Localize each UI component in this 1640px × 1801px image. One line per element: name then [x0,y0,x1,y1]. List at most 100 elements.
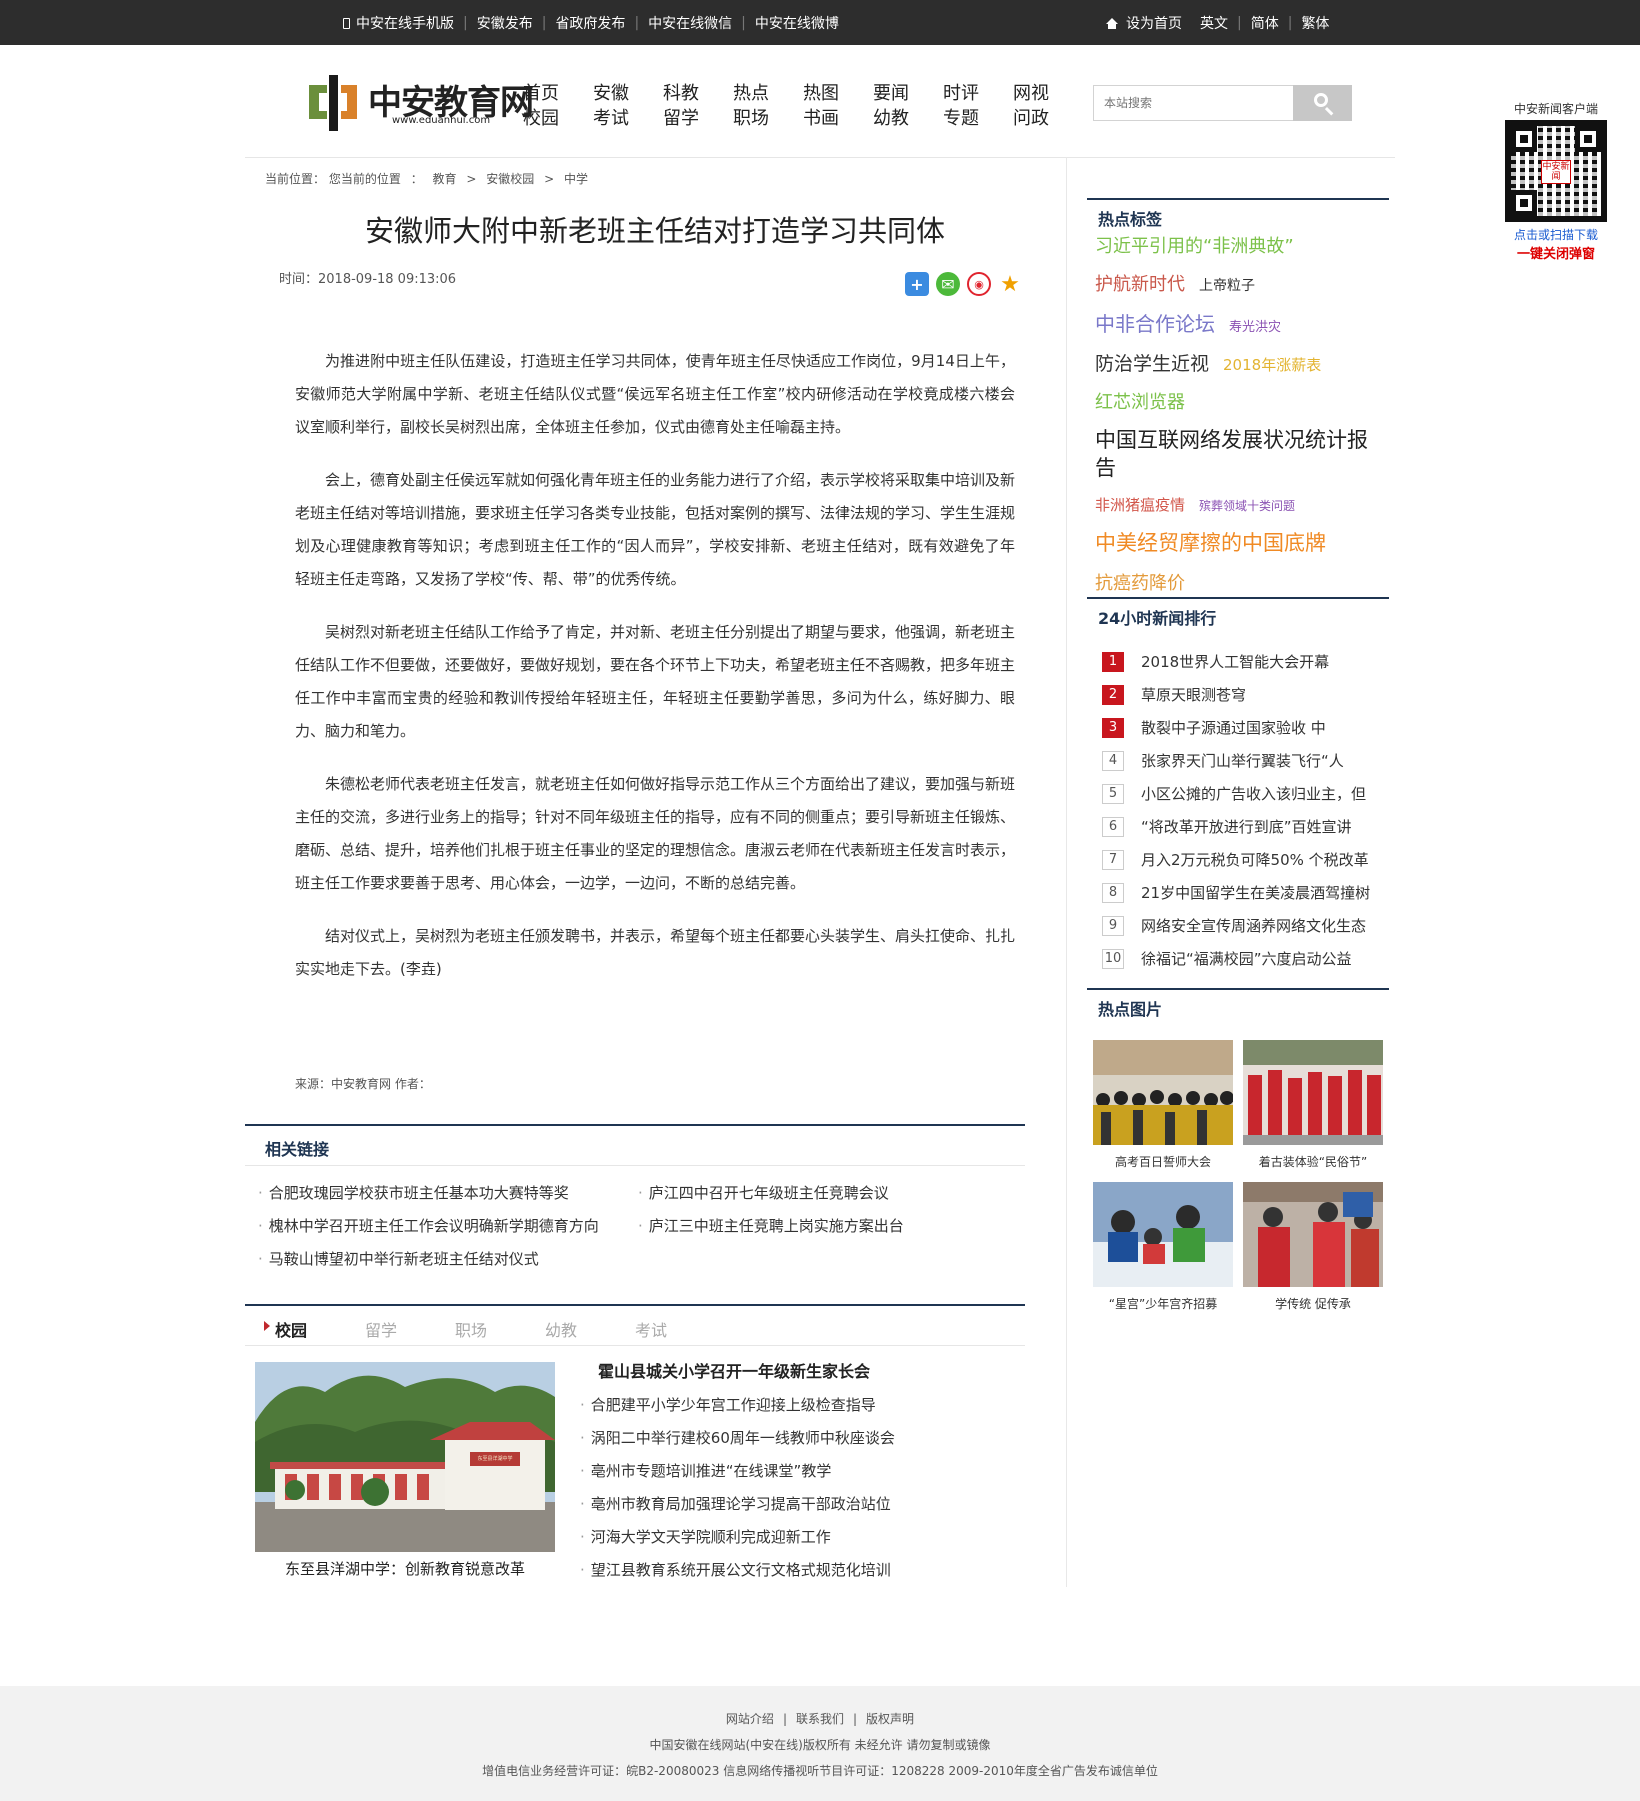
hot-pic-card[interactable]: 学传统 促传承 [1243,1182,1383,1312]
nav-news[interactable]: 要闻 [873,83,909,104]
top-link-weibo[interactable]: 中安在线微博 [755,13,839,33]
nav-politics[interactable]: 问政 [1013,108,1049,129]
site-footer: 网站介绍 | 联系我们 | 版权声明 中国安徽在线网站(中安在线)版权所有 未经允许 请… [0,1686,1640,1801]
hot-pic-image [1093,1040,1233,1145]
top-link-gov-release[interactable]: 省政府发布 [555,13,625,33]
list-item[interactable]: 亳州市教育局加强理论学习提高干部政治站位 [580,1494,895,1514]
traditional-link[interactable]: 繁体 [1301,13,1329,33]
top-link-anhui-release[interactable]: 安徽发布 [477,13,533,33]
logo-url: www.eduanhui.com [392,115,491,126]
ranking-item[interactable]: 9 网络安全宣传周涵养网络文化生态 [1102,909,1392,942]
top-bar: 中安在线手机版 | 安徽发布 | 省政府发布 | 中安在线微信 | 中安在线微博… [0,0,1640,45]
nav-science[interactable]: 科教 [663,83,699,104]
tab-campus[interactable]: 校园 [263,1317,307,1341]
weibo-icon[interactable]: ◉ [967,272,991,296]
footer-link-about[interactable]: 网站介绍 [726,1712,774,1726]
ranking-item[interactable]: 7 月入2万元税负可降50% 个税改革 [1102,843,1392,876]
wechat-icon[interactable]: ✉ [936,272,960,296]
nav-exam[interactable]: 考试 [593,108,629,129]
breadcrumb-label: 当前位置： [265,172,326,186]
related-link[interactable]: 庐江三中班主任竞聘上岗实施方案出台 [638,1216,904,1236]
tab-study-abroad[interactable]: 留学 [365,1317,397,1341]
nav-video[interactable]: 网视 [1013,83,1049,104]
breadcrumb-item[interactable]: 您当前的位置 [329,172,401,186]
hot-tag[interactable]: 非洲猪瘟疫情 [1095,494,1185,515]
related-link[interactable]: 合肥玫瑰园学校获市班主任基本功大赛特等奖 [258,1183,569,1203]
nav-preschool[interactable]: 幼教 [873,108,909,129]
footer-link-copyright[interactable]: 版权声明 [866,1712,914,1726]
campus-lead-headline[interactable]: 霍山县城关小学召开一年级新生家长会 [598,1362,895,1382]
list-item[interactable]: 河海大学文天学院顺利完成迎新工作 [580,1527,895,1547]
search-input[interactable] [1093,85,1293,121]
nav-campus[interactable]: 校园 [523,108,559,129]
simplified-link[interactable]: 简体 [1251,13,1279,33]
tab-career[interactable]: 职场 [455,1317,487,1341]
ranking-item[interactable]: 6 “将改革开放进行到底”百姓宣讲 [1102,810,1392,843]
hot-tag[interactable]: 红芯浏览器 [1095,388,1185,414]
footer-link-contact[interactable]: 联系我们 [796,1712,844,1726]
site-header: 中安教育网 www.eduanhui.com 首页校园 安徽考试 科教留学 热点… [0,45,1640,157]
hot-tag[interactable]: 护航新时代 [1095,270,1185,296]
top-link-mobile[interactable]: 中安在线手机版 [356,13,454,33]
site-logo[interactable]: 中安教育网 www.eduanhui.com [307,75,534,131]
hot-pic-card[interactable]: 着古装体验“民俗节” [1243,1040,1383,1170]
qr-download-link[interactable]: 点击或扫描下载 [1490,226,1622,243]
related-link[interactable]: 马鞍山博望初中举行新老班主任结对仪式 [258,1249,539,1269]
top-link-wechat[interactable]: 中安在线微信 [648,13,732,33]
tab-exam[interactable]: 考试 [635,1317,667,1341]
breadcrumb-item-middle-school[interactable]: 中学 [564,172,588,186]
hot-tag-row: 中国互联网络发展状况统计报告 [1095,426,1395,482]
hot-tag[interactable]: 寿光洪灾 [1229,316,1281,335]
hot-tag[interactable]: 2018年涨薪表 [1223,354,1321,375]
ranking-item[interactable]: 10 徐福记“福满校园”六度启动公益 [1102,942,1392,975]
ranking-item[interactable]: 4 张家界天门山举行翼装飞行“人 [1102,744,1392,777]
breadcrumb-item-education[interactable]: 教育 [433,172,457,186]
list-item[interactable]: 望江县教育系统开展公文行文格式规范化培训 [580,1560,895,1580]
hot-pic-card[interactable]: 高考百日誓师大会 [1093,1040,1233,1170]
english-link[interactable]: 英文 [1200,13,1228,33]
nav-anhui[interactable]: 安徽 [593,83,629,104]
favorite-star-icon[interactable]: ★ [998,272,1022,297]
hot-pics-title: 热点图片 [1098,1000,1163,1019]
nav-hot[interactable]: 热点 [733,83,769,104]
campus-image-caption[interactable]: 东至县洋湖中学：创新教育锐意改革 [255,1558,555,1579]
qr-code-image[interactable]: 中安新闻 [1505,120,1607,222]
breadcrumb-item-campus[interactable]: 安徽校园 [486,172,534,186]
ranking-item[interactable]: 2 草原天眼测苍穹 [1102,678,1392,711]
hot-tag[interactable]: 防治学生近视 [1095,349,1209,376]
mobile-phone-icon [343,17,350,29]
list-item[interactable]: 合肥建平小学少年宫工作迎接上级检查指导 [580,1395,895,1415]
ranking-item[interactable]: 1 2018世界人工智能大会开幕 [1102,645,1392,678]
nav-calligraphy[interactable]: 书画 [803,108,839,129]
article-source: 来源：中安教育网 作者： [295,1077,431,1091]
hot-tag[interactable]: 中美经贸摩擦的中国底牌 [1095,527,1326,557]
nav-topics[interactable]: 专题 [943,108,979,129]
hot-pic-card[interactable]: “星宫”少年宫齐招募 [1093,1182,1233,1312]
hot-tag[interactable]: 殡葬领域十类问题 [1199,497,1295,514]
nav-study-abroad[interactable]: 留学 [663,108,699,129]
list-item[interactable]: 亳州市专题培训推进“在线课堂”教学 [580,1461,895,1481]
ranking-item[interactable]: 8 21岁中国留学生在美凌晨酒驾撞树 [1102,876,1392,909]
related-link[interactable]: 庐江四中召开七年级班主任竞聘会议 [638,1183,889,1203]
ranking-item[interactable]: 5 小区公摊的广告收入该归业主，但 [1102,777,1392,810]
divider: | [541,15,547,31]
tab-preschool[interactable]: 幼教 [545,1317,577,1341]
search-button[interactable] [1293,85,1352,121]
nav-career[interactable]: 职场 [733,108,769,129]
close-popup-button[interactable]: 一键关闭弹窗 [1490,243,1622,262]
hot-tag[interactable]: 中国互联网络发展状况统计报告 [1095,426,1381,482]
hot-tag[interactable]: 中非合作论坛 [1095,308,1215,337]
campus-feature-image[interactable]: 东至县洋湖中学 [255,1362,555,1552]
list-item[interactable]: 涡阳二中举行建校60周年一线教师中秋座谈会 [580,1428,895,1448]
related-link[interactable]: 槐林中学召开班主任工作会议明确新学期德育方向 [258,1216,599,1236]
hot-tag[interactable]: 习近平引用的“非洲典故” [1095,232,1294,258]
nav-commentary[interactable]: 时评 [943,83,979,104]
hot-tag[interactable]: 抗癌药降价 [1095,569,1185,595]
nav-column: 热点 职场 [733,81,803,131]
hot-tag[interactable]: 上帝粒子 [1199,275,1255,295]
set-homepage-link[interactable]: 设为首页 [1126,13,1182,33]
share-plus-icon[interactable]: + [905,272,929,296]
ranking-item[interactable]: 3 散裂中子源通过国家验收 中 [1102,711,1392,744]
nav-hot-pics[interactable]: 热图 [803,83,839,104]
nav-home[interactable]: 首页 [523,83,559,104]
